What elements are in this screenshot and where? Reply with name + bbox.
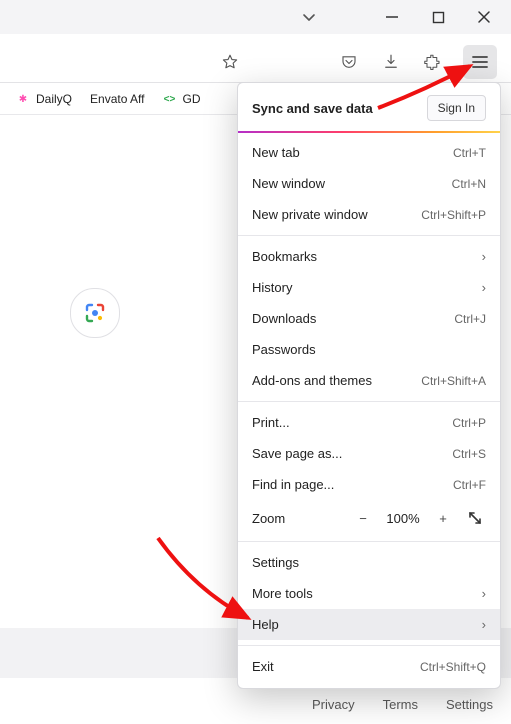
- zoom-in-button[interactable]: +: [432, 507, 454, 529]
- bookmark-item[interactable]: ✱ DailyQ: [16, 92, 72, 106]
- bookmark-star-icon[interactable]: [218, 50, 242, 74]
- close-button[interactable]: [475, 8, 493, 26]
- downloads-icon[interactable]: [379, 50, 403, 74]
- menu-item-exit[interactable]: ExitCtrl+Shift+Q: [238, 651, 500, 682]
- minimize-button[interactable]: [383, 8, 401, 26]
- menu-separator: [238, 401, 500, 402]
- favicon-icon: <>: [163, 92, 177, 106]
- menu-item-history[interactable]: History›: [238, 272, 500, 303]
- footer-link-terms[interactable]: Terms: [383, 697, 418, 712]
- menu-item-downloads[interactable]: DownloadsCtrl+J: [238, 303, 500, 334]
- chevron-right-icon: ›: [482, 617, 486, 632]
- maximize-button[interactable]: [429, 8, 447, 26]
- bookmark-item[interactable]: Envato Aff: [90, 92, 145, 106]
- menu-sync-label: Sync and save data: [252, 101, 373, 116]
- footer-links: Privacy Terms Settings: [312, 697, 493, 712]
- menu-item-find[interactable]: Find in page...Ctrl+F: [238, 469, 500, 500]
- menu-accent-bar: [238, 131, 500, 133]
- menu-item-more-tools[interactable]: More tools›: [238, 578, 500, 609]
- menu-separator: [238, 645, 500, 646]
- footer-link-settings[interactable]: Settings: [446, 697, 493, 712]
- menu-item-bookmarks[interactable]: Bookmarks›: [238, 241, 500, 272]
- menu-item-new-tab[interactable]: New tabCtrl+T: [238, 137, 500, 168]
- menu-item-passwords[interactable]: Passwords: [238, 334, 500, 365]
- bookmark-label: GD: [183, 92, 201, 106]
- menu-sync-row[interactable]: Sync and save data Sign In: [238, 83, 500, 131]
- bookmark-label: Envato Aff: [90, 92, 145, 106]
- menu-item-zoom: Zoom − 100% +: [238, 500, 500, 536]
- menu-item-save-page[interactable]: Save page as...Ctrl+S: [238, 438, 500, 469]
- app-menu-panel: Sync and save data Sign In New tabCtrl+T…: [237, 82, 501, 689]
- window-controls: [0, 0, 511, 34]
- zoom-out-button[interactable]: −: [352, 507, 374, 529]
- menu-item-print[interactable]: Print...Ctrl+P: [238, 407, 500, 438]
- google-lens-button[interactable]: [70, 288, 120, 338]
- bookmark-label: DailyQ: [36, 92, 72, 106]
- footer-link-privacy[interactable]: Privacy: [312, 697, 355, 712]
- chevron-right-icon: ›: [482, 249, 486, 264]
- tab-overflow-icon[interactable]: [300, 8, 318, 26]
- zoom-label: Zoom: [252, 511, 352, 526]
- menu-item-settings[interactable]: Settings: [238, 547, 500, 578]
- extensions-icon[interactable]: [421, 50, 445, 74]
- chevron-right-icon: ›: [482, 280, 486, 295]
- chevron-right-icon: ›: [482, 586, 486, 601]
- fullscreen-button[interactable]: [464, 507, 486, 529]
- favicon-icon: ✱: [16, 92, 30, 106]
- pocket-icon[interactable]: [337, 50, 361, 74]
- menu-item-addons[interactable]: Add-ons and themesCtrl+Shift+A: [238, 365, 500, 396]
- menu-separator: [238, 235, 500, 236]
- menu-item-help[interactable]: Help›: [238, 609, 500, 640]
- bookmark-item[interactable]: <> GD: [163, 92, 201, 106]
- url-toolbar: [0, 42, 511, 83]
- menu-item-new-window[interactable]: New windowCtrl+N: [238, 168, 500, 199]
- sign-in-button[interactable]: Sign In: [427, 95, 486, 121]
- menu-item-new-private-window[interactable]: New private windowCtrl+Shift+P: [238, 199, 500, 230]
- app-menu-button[interactable]: [463, 45, 497, 79]
- zoom-percent: 100%: [384, 511, 422, 526]
- menu-separator: [238, 541, 500, 542]
